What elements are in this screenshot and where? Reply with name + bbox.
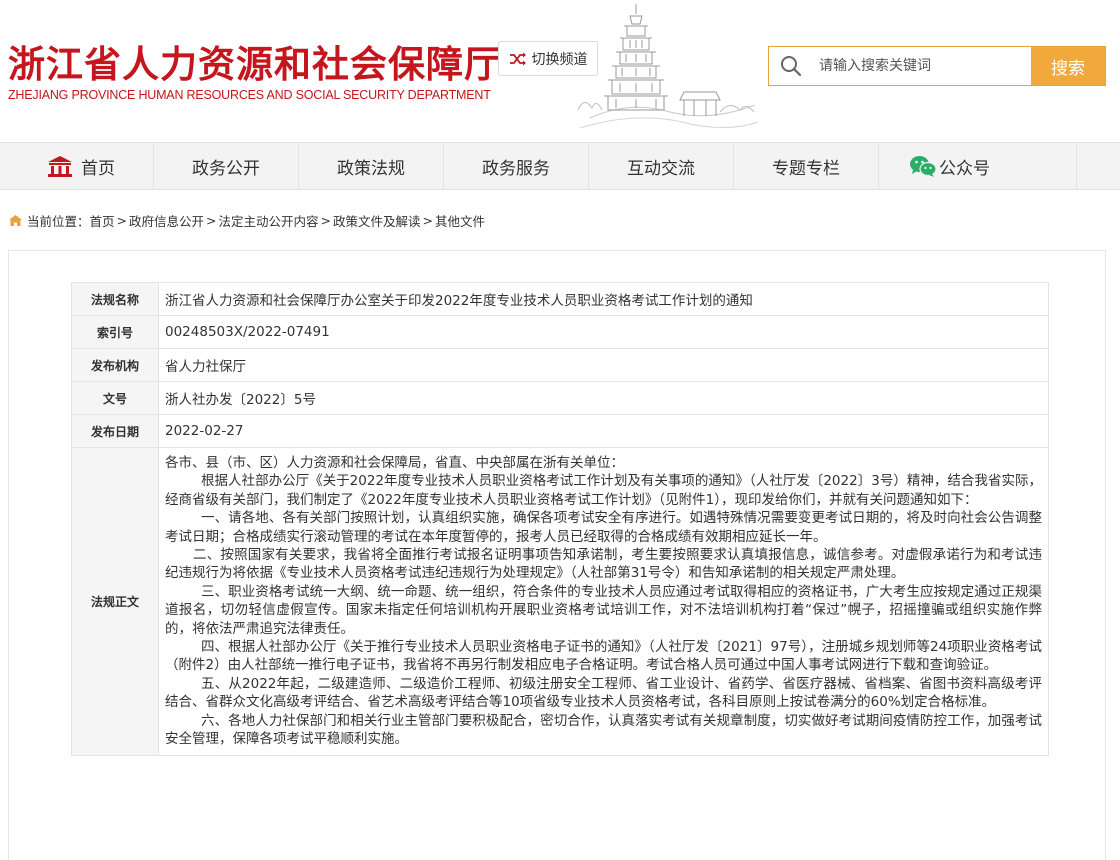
nav-item-wechat[interactable]: 公众号	[879, 143, 1077, 189]
search-button[interactable]: 搜索	[1031, 47, 1105, 85]
body-paragraph: 根据人社部办公厅《关于2022年度专业技术人员职业资格考试工作计划及有关事项的通…	[165, 473, 1042, 508]
meta-value-index: 00248503X/2022-07491	[158, 315, 1049, 349]
body-paragraph: 四、根据人社部办公厅《关于推行专业技术人员职业资格电子证书的通知》（人社厅发〔2…	[165, 639, 1042, 674]
breadcrumb-item[interactable]: 政府信息公开	[129, 211, 204, 230]
body-paragraph: 一、请各地、各有关部门按照计划，认真组织实施，确保各项考试安全有序进行。如遇特殊…	[165, 510, 1042, 545]
nav-item-label: 政务服务	[482, 158, 550, 179]
breadcrumb-item[interactable]: 法定主动公开内容	[219, 211, 319, 230]
meta-key: 发布机构	[71, 348, 159, 382]
document-body: 各市、县（市、区）人力资源和社会保障局，省直、中央部属在浙有关单位： 根据人社部…	[158, 447, 1049, 756]
body-paragraph: 各市、县（市、区）人力资源和社会保障局，省直、中央部属在浙有关单位：	[165, 455, 624, 471]
breadcrumb-separator: >	[320, 213, 332, 228]
nav-item-label: 专题专栏	[772, 158, 840, 179]
breadcrumb: 当前位置： 首页 > 政府信息公开 > 法定主动公开内容 > 政策文件及解读 >…	[8, 211, 485, 230]
shuffle-icon	[509, 52, 526, 65]
nav-item-services[interactable]: 政务服务	[444, 143, 589, 189]
search-input[interactable]	[813, 47, 1031, 85]
nav-item-interaction[interactable]: 互动交流	[589, 143, 734, 189]
body-paragraph: 五、从2022年起，二级建造师、二级造价工程师、初级注册安全工程师、省工业设计、…	[165, 675, 1042, 711]
nav-item-label: 首页	[81, 158, 115, 179]
breadcrumb-separator: >	[206, 213, 217, 228]
nav-item-policy[interactable]: 政策法规	[299, 143, 444, 189]
table-row: 发布日期 2022-02-27	[71, 414, 1049, 448]
site-title[interactable]: 浙江省人力资源和社会保障厅	[8, 34, 502, 88]
meta-value-publisher: 省人力社保厅	[158, 348, 1049, 382]
site-subtitle-en: ZHEJIANG PROVINCE HUMAN RESOURCES AND SO…	[8, 88, 491, 102]
meta-value-title: 浙江省人力资源和社会保障厅办公室关于印发2022年度专业技术人员职业资格考试工作…	[158, 282, 1049, 316]
table-row: 法规名称 浙江省人力资源和社会保障厅办公室关于印发2022年度专业技术人员职业资…	[71, 282, 1049, 316]
nav-item-label: 公众号	[939, 158, 990, 179]
pagoda-illustration	[577, 4, 759, 129]
body-paragraph: 二、按照国家有关要求，我省将全面推行考试报名证明事项告知承诺制，考生要按照要求认…	[165, 547, 1042, 582]
meta-value-date: 2022-02-27	[158, 414, 1049, 448]
table-row: 法规正文 各市、县（市、区）人力资源和社会保障局，省直、中央部属在浙有关单位： …	[71, 447, 1049, 756]
nav-item-government-affairs[interactable]: 政务公开	[154, 143, 299, 189]
search-bar: 搜索	[768, 46, 1106, 86]
search-icon	[769, 47, 813, 85]
document-meta-table: 法规名称 浙江省人力资源和社会保障厅办公室关于印发2022年度专业技术人员职业资…	[71, 282, 1049, 756]
home-icon	[48, 156, 72, 177]
table-row: 发布机构 省人力社保厅	[71, 348, 1049, 382]
breadcrumb-item[interactable]: 首页	[90, 211, 115, 230]
main-nav: 首页 政务公开 政策法规 政务服务 互动交流 专题专栏 公众号	[0, 142, 1120, 190]
nav-item-label: 政务公开	[192, 158, 260, 179]
table-row: 文号 浙人社办发〔2022〕5号	[71, 381, 1049, 415]
breadcrumb-separator: >	[422, 213, 434, 228]
meta-value-doc-number: 浙人社办发〔2022〕5号	[158, 381, 1049, 415]
breadcrumb-prefix: 当前位置：	[27, 214, 90, 229]
breadcrumb-item[interactable]: 政策文件及解读	[333, 211, 421, 230]
breadcrumb-item[interactable]: 其他文件	[435, 211, 485, 230]
nav-item-label: 政策法规	[337, 158, 405, 179]
meta-key: 法规正文	[71, 447, 159, 756]
nav-item-topics[interactable]: 专题专栏	[734, 143, 879, 189]
body-paragraph: 三、职业资格考试统一大纲、统一命题、统一组织，符合条件的专业技术人员应通过考试取…	[165, 583, 1042, 637]
nav-item-label: 互动交流	[627, 158, 695, 179]
nav-item-home[interactable]: 首页	[9, 143, 154, 189]
body-paragraph: 六、各地人力社保部门和相关行业主管部门要积极配合，密切合作，认真落实考试有关规章…	[165, 712, 1042, 748]
meta-key: 索引号	[71, 315, 159, 349]
table-row: 索引号 00248503X/2022-07491	[71, 315, 1049, 349]
wechat-icon	[910, 156, 937, 177]
meta-key: 文号	[71, 381, 159, 415]
meta-key: 发布日期	[71, 414, 159, 448]
document-panel: 法规名称 浙江省人力资源和社会保障厅办公室关于印发2022年度专业技术人员职业资…	[8, 250, 1106, 860]
site-header: 浙江省人力资源和社会保障厅 ZHEJIANG PROVINCE HUMAN RE…	[0, 0, 1120, 142]
meta-key: 法规名称	[71, 282, 159, 316]
location-home-icon	[9, 215, 22, 226]
breadcrumb-separator: >	[116, 213, 128, 228]
